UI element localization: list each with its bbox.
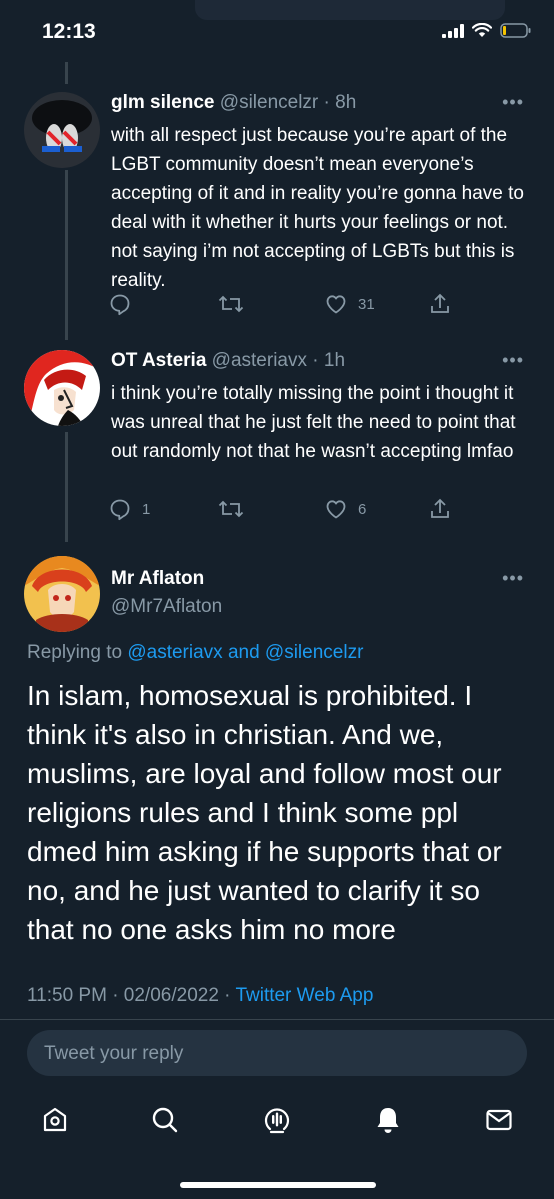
share-button[interactable]: [428, 292, 452, 316]
replying-prefix: Replying to: [27, 642, 123, 663]
retweet-button[interactable]: [218, 292, 254, 316]
avatar[interactable]: [24, 92, 100, 168]
reply-icon: [110, 294, 130, 316]
replying-mentions[interactable]: @asteriavx and @silencelzr: [127, 642, 363, 663]
tweet-text: i think you’re totally missing the point…: [111, 383, 516, 462]
more-options-icon[interactable]: •••: [502, 568, 524, 589]
more-options-icon[interactable]: •••: [502, 92, 524, 113]
share-icon: [431, 498, 449, 518]
like-count: 31: [358, 295, 375, 313]
replying-to: Replying to @asteriavx and @silencelzr: [27, 642, 363, 664]
bottom-tab-bar: [0, 1098, 554, 1148]
home-indicator: [180, 1182, 376, 1188]
tweet-header: OT Asteria @asteriavx · 1h: [111, 350, 345, 372]
heart-icon: [326, 500, 346, 519]
tab-spaces[interactable]: [255, 1098, 299, 1142]
user-handle[interactable]: @asteriavx: [212, 350, 307, 371]
tweet-timestamp: 11:50 PM · 02/06/2022 ·: [27, 985, 236, 1006]
notifications-icon: [377, 1108, 399, 1133]
status-icons: [442, 23, 532, 38]
user-handle[interactable]: @silencelzr: [220, 92, 318, 113]
separator: ·: [318, 92, 336, 113]
share-icon: [431, 293, 449, 313]
status-bar: 12:13: [0, 0, 554, 66]
spaces-icon: [264, 1108, 290, 1134]
like-button[interactable]: 6: [324, 497, 366, 521]
user-handle[interactable]: @Mr7Aflaton: [111, 596, 222, 618]
tweet-actions: 1 6: [108, 497, 458, 527]
wifi-icon: [472, 23, 492, 37]
status-bar-banner: [195, 0, 505, 20]
thread-line: [65, 432, 68, 542]
separator: ·: [307, 350, 324, 371]
retweet-icon: [218, 295, 244, 313]
divider: [0, 1019, 554, 1020]
display-name-text[interactable]: Mr Aflaton: [111, 568, 204, 589]
tweet-actions: 31: [108, 292, 458, 322]
more-options-icon[interactable]: •••: [502, 350, 524, 371]
tab-notifications[interactable]: [366, 1098, 410, 1142]
display-name[interactable]: OT Asteria: [111, 350, 206, 371]
reply-button[interactable]: 1: [108, 497, 150, 521]
tab-search[interactable]: [143, 1098, 187, 1142]
home-icon: [43, 1107, 67, 1132]
avatar[interactable]: [24, 556, 100, 632]
display-name[interactable]: Mr Aflaton: [111, 568, 204, 590]
heart-icon: [326, 295, 346, 314]
user-handle-text[interactable]: @Mr7Aflaton: [111, 596, 222, 617]
retweet-button[interactable]: [218, 497, 254, 521]
tweet-source[interactable]: Twitter Web App: [235, 985, 373, 1006]
tweet-time[interactable]: 1h: [324, 350, 345, 371]
status-time: 12:13: [42, 20, 96, 43]
thread-line: [65, 170, 68, 340]
tweet-meta: 11:50 PM · 02/06/2022 · Twitter Web App: [27, 985, 373, 1007]
reply-placeholder: Tweet your reply: [44, 1043, 184, 1064]
tab-home[interactable]: [33, 1098, 77, 1142]
avatar[interactable]: [24, 350, 100, 426]
retweet-icon: [218, 500, 244, 518]
like-count: 6: [358, 500, 367, 518]
display-name[interactable]: glm silence: [111, 92, 215, 113]
like-button[interactable]: 31: [324, 292, 375, 316]
battery-icon: [500, 23, 531, 38]
reply-input[interactable]: Tweet your reply: [27, 1030, 527, 1076]
main-tweet-text: In islam, homosexual is prohibited. I th…: [27, 680, 502, 945]
thread-line: [65, 62, 68, 84]
share-button[interactable]: [428, 497, 452, 521]
signal-icon: [442, 23, 464, 38]
messages-icon: [486, 1109, 512, 1131]
reply-icon: [110, 499, 130, 521]
tab-messages[interactable]: [477, 1098, 521, 1142]
search-icon: [152, 1107, 178, 1133]
reply-button[interactable]: [108, 292, 142, 316]
tweet-time[interactable]: 8h: [335, 92, 356, 113]
tweet-header: glm silence @silencelzr · 8h: [111, 92, 356, 114]
reply-count: 1: [142, 500, 151, 518]
tweet-text: with all respect just because you’re apa…: [111, 125, 524, 291]
